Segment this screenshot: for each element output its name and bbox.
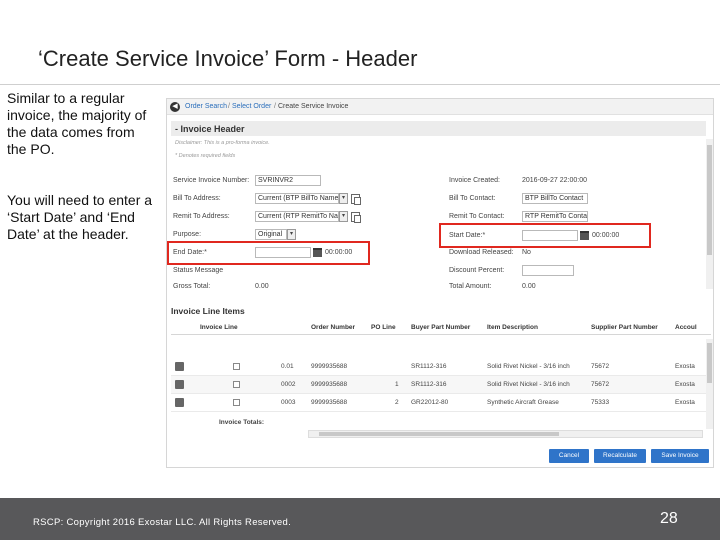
remit-to-address-label: Remit To Address: [173,213,230,220]
table-horizontal-scrollbar[interactable] [308,430,703,438]
table-row[interactable]: 0003 9999935688 2 GR22012-80 Synthetic A… [171,394,706,412]
bill-to-address-label: Bill To Address: [173,195,221,202]
invoice-line-cell: 0003 [281,399,296,406]
line-items-table-header: Invoice Line Order Number PO Line Buyer … [171,321,711,335]
chevron-down-icon[interactable]: ▾ [287,229,296,240]
column-header[interactable]: Accoul [675,324,697,331]
end-date-highlight [167,241,370,265]
supplier-part-cell: 75672 [591,363,610,370]
buyer-part-cell: SR1112-316 [411,381,447,388]
breadcrumb-create-service-invoice: Create Service Invoice [278,103,349,110]
invoice-line-cell: 0.01 [281,363,294,370]
title-divider [0,84,720,85]
column-header[interactable]: Buyer Part Number [411,324,470,331]
chevron-down-icon[interactable]: ▾ [339,211,348,222]
save-invoice-button[interactable]: Save Invoice [651,449,709,463]
order-number-cell: 9999935688 [311,399,348,406]
side-text-dates: You will need to enter a ‘Start Date’ an… [7,192,153,242]
item-description-cell: Solid Rivet Nickel - 3/16 inch [487,363,570,370]
required-fields-note: * Denotes required fields [175,153,236,159]
invoice-line-items-title: Invoice Line Items [171,306,245,316]
copy-address-icon[interactable] [351,212,361,223]
buyer-part-cell: SR1112-316 [411,363,447,370]
start-date-highlight [439,223,651,248]
table-row[interactable]: 0.01 9999935688 SR1112-316 Solid Rivet N… [171,358,706,376]
table-vertical-scrollbar[interactable] [706,339,713,429]
column-header[interactable]: Order Number [311,324,355,331]
column-header[interactable]: PO Line [371,324,396,331]
breadcrumb-separator: / [228,103,230,110]
slide-title: ‘Create Service Invoice’ Form - Header [38,46,418,71]
copy-address-icon[interactable] [351,194,361,205]
bill-to-address-select[interactable]: Current (BTP BillTo Name) [255,193,339,204]
column-header[interactable]: Item Description [487,324,538,331]
header-scrollbar[interactable] [706,139,713,289]
breadcrumb-select-order[interactable]: Select Order [232,103,271,110]
po-line-cell: 2 [395,399,399,406]
invoice-totals-label: Invoice Totals: [219,419,265,426]
supplier-part-cell: 75672 [591,381,610,388]
chevron-down-icon[interactable]: ▾ [339,193,348,204]
po-line-cell: 1 [395,381,399,388]
table-row[interactable]: 0002 9999935688 1 SR1112-316 Solid Rivet… [171,376,706,394]
create-service-invoice-screenshot: ◀ Order Search / Select Order / Create S… [166,98,714,468]
remit-to-contact-input[interactable]: RTP RemitTo Conta [522,211,588,222]
service-invoice-number-input[interactable]: SVRINVR2 [255,175,321,186]
invoice-line-cell: 0002 [281,381,296,388]
account-cell: Exosta [675,363,695,370]
breadcrumb-order-search[interactable]: Order Search [185,103,227,110]
breadcrumb-separator: / [274,103,276,110]
order-number-cell: 9999935688 [311,381,348,388]
edit-line-icon[interactable] [175,380,184,389]
recalculate-button[interactable]: Recalculate [594,449,646,463]
buyer-part-cell: GR22012-80 [411,399,449,406]
column-header[interactable]: Supplier Part Number [591,324,658,331]
page-number: 28 [660,510,678,527]
invoice-header-bar[interactable]: - Invoice Header [171,121,706,136]
service-invoice-number-label: Service Invoice Number: [173,177,250,184]
scrollbar-thumb[interactable] [707,145,712,255]
discount-percent-input[interactable] [522,265,574,276]
invoice-header-title[interactable]: - Invoice Header [175,124,245,134]
back-arrow-icon[interactable]: ◀ [170,102,180,112]
purpose-label: Purpose: [173,231,202,238]
supplier-part-cell: 75333 [591,399,610,406]
gross-total-label: Gross Total: [173,283,211,290]
total-amount-value: 0.00 [522,283,536,290]
line-checkbox[interactable] [233,381,240,388]
scrollbar-thumb[interactable] [707,343,712,383]
status-message-label: Status Message [173,267,224,274]
bill-to-contact-label: Bill To Contact: [449,195,496,202]
column-header[interactable]: Invoice Line [200,324,238,331]
bill-to-contact-input[interactable]: BTP BillTo Contact [522,193,588,204]
breadcrumb: ◀ Order Search / Select Order / Create S… [167,99,713,115]
footer-copyright: RSCP: Copyright 2016 Exostar LLC. All Ri… [33,517,292,528]
edit-line-icon[interactable] [175,362,184,371]
item-description-cell: Solid Rivet Nickel - 3/16 inch [487,381,570,388]
cancel-button[interactable]: Cancel [549,449,589,463]
side-text-po-data: Similar to a regular invoice, the majori… [7,90,147,157]
total-amount-label: Total Amount: [449,283,492,290]
discount-percent-label: Discount Percent: [449,267,505,274]
gross-total-value: 0.00 [255,283,269,290]
item-description-cell: Synthetic Aircraft Grease [487,399,559,406]
remit-to-contact-label: Remit To Contact: [449,213,505,220]
download-released-label: Download Released: [449,249,514,256]
order-number-cell: 9999935688 [311,363,348,370]
line-checkbox[interactable] [233,399,240,406]
disclaimer-note: Disclaimer: This is a pro-forma invoice. [175,140,270,146]
invoice-created-label: Invoice Created: [449,177,500,184]
download-released-value: No [522,249,531,256]
line-checkbox[interactable] [233,363,240,370]
account-cell: Exosta [675,399,695,406]
edit-line-icon[interactable] [175,398,184,407]
invoice-created-value: 2016-09-27 22:00:00 [522,177,587,184]
account-cell: Exosta [675,381,695,388]
remit-to-address-select[interactable]: Current (RTP RemitTo Name) [255,211,339,222]
purpose-select[interactable]: Original [255,229,287,240]
scrollbar-thumb[interactable] [319,432,559,436]
